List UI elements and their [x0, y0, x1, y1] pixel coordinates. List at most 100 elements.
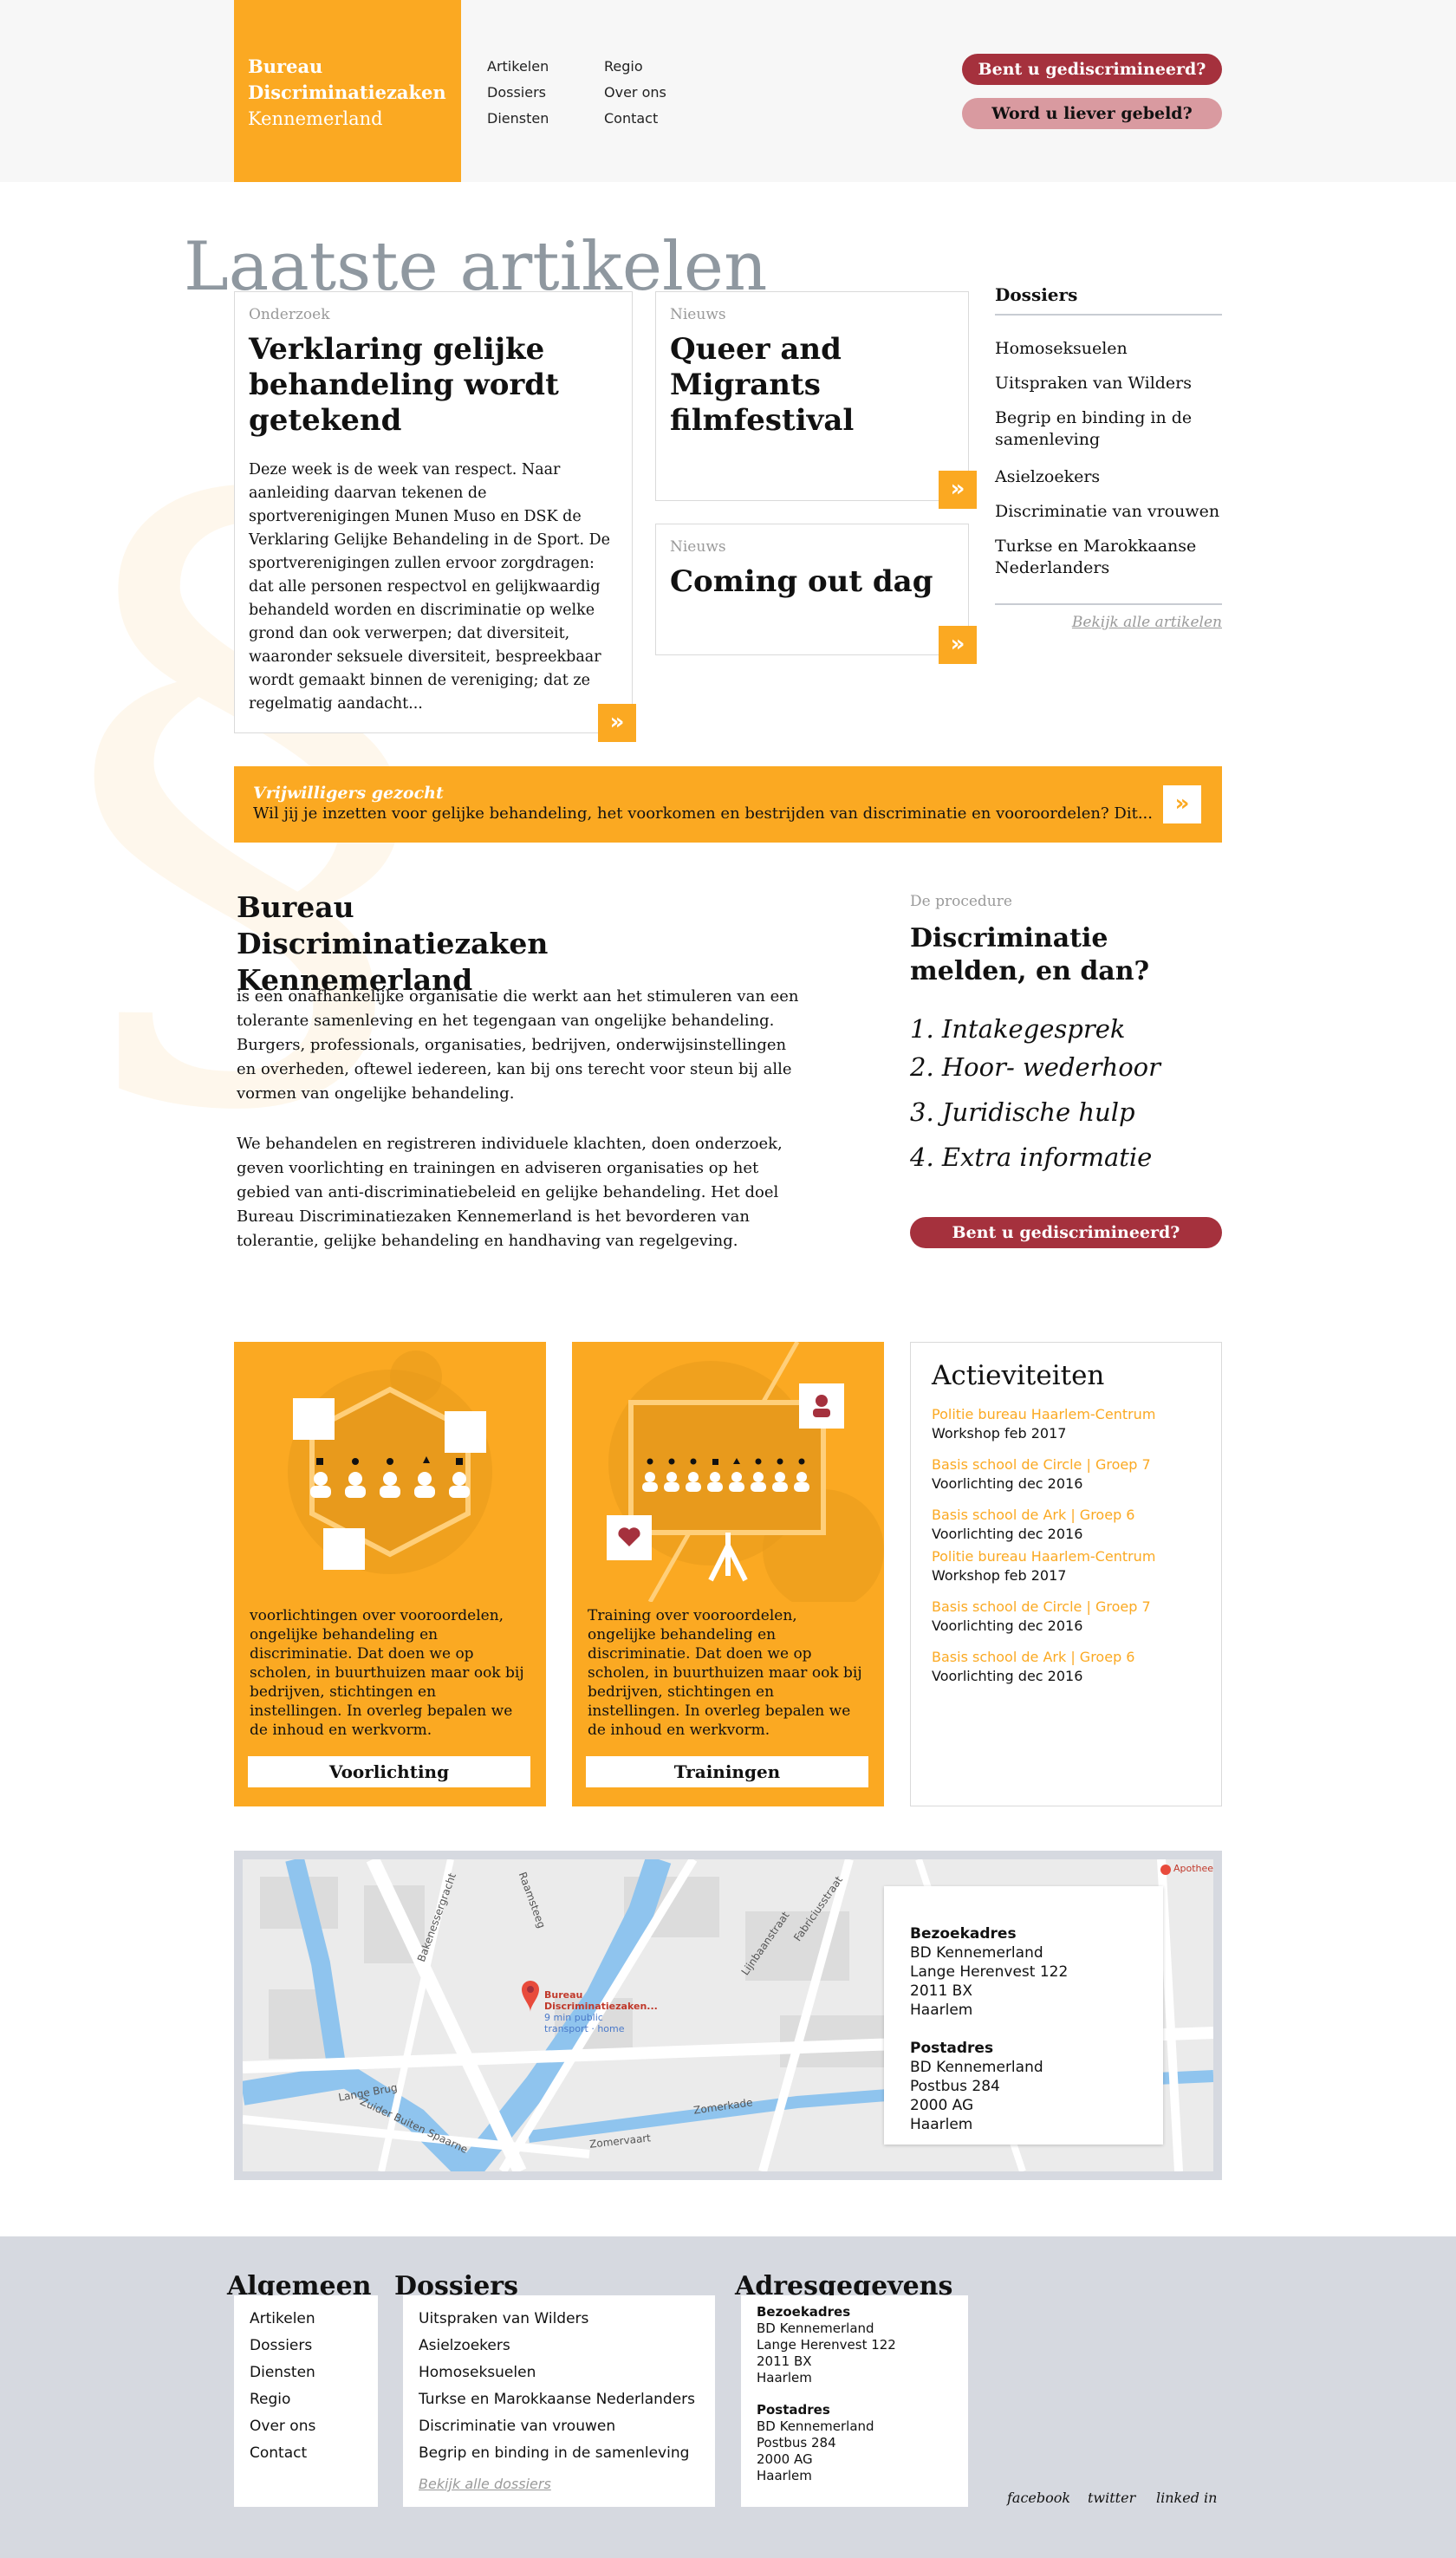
site-logo[interactable]: Bureau Discriminatiezaken Kennemerland [234, 0, 461, 182]
footer-link[interactable]: Diensten [250, 2359, 362, 2386]
footer-link[interactable]: Turkse en Marokkaanse Nederlanders [419, 2386, 699, 2413]
dossier-item[interactable]: Uitspraken van Wilders [995, 373, 1222, 394]
article-title[interactable]: Coming out dag [670, 564, 956, 600]
service-card-voorlichting[interactable]: voorlichtingen over vooroordelen, ongeli… [234, 1342, 546, 1806]
address-line: Lange Herenvest 122 [910, 1963, 1069, 1981]
read-more-arrow-main[interactable]: » [598, 704, 636, 742]
article-card-queer[interactable]: Nieuws Queer and Migrants filmfestival [655, 291, 969, 501]
footer-address-line: Haarlem [757, 2468, 812, 2483]
volunteers-text: Wil jij je inzetten voor gelijke behande… [253, 804, 1153, 823]
footer-link[interactable]: Homoseksuelen [419, 2359, 699, 2386]
activity-location[interactable]: Basis school de Circle | Groep 7 [932, 1455, 1200, 1474]
address-line: 2000 AG [910, 2097, 974, 2114]
procedure-step: 4. Extra informatie [910, 1142, 1153, 1172]
nav-item-contact[interactable]: Contact [604, 106, 666, 132]
activity-location[interactable]: Basis school de Ark | Groep 6 [932, 1506, 1200, 1525]
address-line: Postbus 284 [910, 2078, 1000, 2095]
nav-item-diensten[interactable]: Diensten [487, 106, 549, 132]
activity-item: Basis school de Circle | Groep 7 Voorlic… [932, 1598, 1200, 1636]
footer-link[interactable]: Regio [250, 2386, 362, 2413]
address-line: Haarlem [910, 2001, 973, 2019]
volunteers-banner[interactable]: Vrijwilligers gezocht Wil jij je inzette… [234, 766, 1222, 843]
footer-address-line: 2011 BX [757, 2353, 812, 2369]
procedure-discriminated-button[interactable]: Bent u gediscrimineerd? [910, 1217, 1222, 1248]
about-paragraph-1: is een onafhankelijke organisatie die we… [237, 987, 799, 1103]
read-more-arrow-coming-out[interactable]: » [939, 626, 977, 664]
footer-address-box: Bezoekadres BD Kennemerland Lange Herenv… [741, 2295, 968, 2507]
linkedin-link[interactable]: linked in [1156, 2490, 1217, 2506]
activity-location[interactable]: Basis school de Ark | Groep 6 [932, 1648, 1200, 1667]
article-title[interactable]: Verklaring gelijke behandeling wordt get… [249, 332, 613, 439]
site-header: Bureau Discriminatiezaken Kennemerland A… [0, 0, 1456, 182]
trainingen-button[interactable]: Trainingen [586, 1756, 868, 1787]
read-more-arrow-queer[interactable]: » [939, 471, 977, 509]
activity-description: Workshop feb 2017 [932, 1567, 1067, 1584]
dossier-item[interactable]: Homoseksuelen [995, 338, 1222, 360]
article-title[interactable]: Queer and Migrants filmfestival [670, 332, 947, 439]
dossier-item[interactable]: Asielzoekers [995, 466, 1222, 488]
article-category: Nieuws [670, 306, 726, 323]
address-line: Haarlem [910, 2116, 973, 2133]
footer-link[interactable]: Contact [250, 2440, 362, 2467]
activity-description: Voorlichting dec 2016 [932, 1475, 1083, 1492]
footer-link[interactable]: Over ons [250, 2413, 362, 2440]
footer-address-line: Postbus 284 [757, 2435, 836, 2451]
activity-description: Voorlichting dec 2016 [932, 1526, 1083, 1542]
discriminated-button[interactable]: Bent u gediscrimineerd? [962, 54, 1222, 85]
activities-panel: Actieviteiten Politie bureau Haarlem-Cen… [910, 1342, 1222, 1806]
footer-link[interactable]: Begrip en binding in de samenleving [419, 2440, 699, 2467]
activity-location[interactable]: Politie bureau Haarlem-Centrum [932, 1547, 1200, 1566]
activity-location[interactable]: Politie bureau Haarlem-Centrum [932, 1405, 1200, 1424]
pin-line-4: transport · home [544, 2023, 625, 2034]
article-excerpt: Deze week is de week van respect. Naar a… [249, 461, 611, 713]
footer-address-line: BD Kennemerland [757, 2418, 874, 2434]
activity-description: Workshop feb 2017 [932, 1425, 1067, 1442]
nav-item-artikelen[interactable]: Artikelen [487, 54, 549, 80]
nav-column-left: Artikelen Dossiers Diensten [487, 54, 549, 132]
view-all-dossiers-link[interactable]: Bekijk alle dossiers [419, 2470, 699, 2497]
article-card-main[interactable]: Onderzoek Verklaring gelijke behandeling… [234, 291, 633, 733]
footer-address-line: Haarlem [757, 2370, 812, 2386]
training-illustration [607, 1342, 884, 1602]
address-card: Bezoekadres BD Kennemerland Lange Herenv… [884, 1886, 1163, 2145]
volunteers-title: Vrijwilligers gezocht [253, 784, 444, 803]
address-line: 2011 BX [910, 1982, 972, 2000]
footer-address-line: Lange Herenvest 122 [757, 2337, 896, 2353]
activity-item: Basis school de Ark | Groep 6 Voorlichti… [932, 1506, 1200, 1544]
service-description: voorlichtingen over vooroordelen, ongeli… [250, 1607, 524, 1739]
activity-item: Basis school de Ark | Groep 6 Voorlichti… [932, 1648, 1200, 1686]
footer-link[interactable]: Asielzoekers [419, 2333, 699, 2359]
activity-location[interactable]: Basis school de Circle | Groep 7 [932, 1598, 1200, 1617]
footer-link[interactable]: Dossiers [250, 2333, 362, 2359]
map-pin-label: Bureau Discriminatiezaken... 9 min publi… [544, 1989, 658, 2034]
address-line: BD Kennemerland [910, 1944, 1043, 1962]
nav-item-over-ons[interactable]: Over ons [604, 80, 666, 106]
facebook-link[interactable]: facebook [1007, 2490, 1070, 2506]
logo-line-3: Kennemerland [248, 108, 383, 129]
article-card-coming-out[interactable]: Nieuws Coming out dag [655, 524, 969, 655]
service-card-trainingen[interactable]: Training over vooroordelen, ongelijke be… [572, 1342, 884, 1806]
dossier-item[interactable]: Turkse en Marokkaanse Nederlanders [995, 536, 1222, 579]
nav-item-dossiers[interactable]: Dossiers [487, 80, 549, 106]
about-heading: Bureau Discriminatiezaken Kennemerland [237, 890, 549, 997]
activity-item: Politie bureau Haarlem-Centrum Workshop … [932, 1405, 1200, 1443]
footer-link[interactable]: Discriminatie van vrouwen [419, 2413, 699, 2440]
activity-description: Voorlichting dec 2016 [932, 1617, 1083, 1634]
pin-line-2: Discriminatiezaken... [544, 2001, 658, 2012]
twitter-link[interactable]: twitter [1088, 2490, 1135, 2506]
nav-item-regio[interactable]: Regio [604, 54, 666, 80]
article-category: Nieuws [670, 538, 726, 556]
volunteers-arrow[interactable]: » [1163, 785, 1201, 823]
voorlichting-button[interactable]: Voorlichting [248, 1756, 530, 1787]
footer-link[interactable]: Uitspraken van Wilders [419, 2306, 699, 2333]
footer-postal-title: Postadres [757, 2402, 830, 2418]
call-me-button[interactable]: Word u liever gebeld? [962, 98, 1222, 129]
footer-link[interactable]: Artikelen [250, 2306, 362, 2333]
view-all-articles-link[interactable]: Bekijk alle artikelen [1072, 614, 1222, 631]
dossiers-divider [995, 603, 1222, 605]
procedure-category: De procedure [910, 893, 1012, 910]
activity-item: Politie bureau Haarlem-Centrum Workshop … [932, 1547, 1200, 1585]
dossier-item[interactable]: Begrip en binding in de samenleving [995, 407, 1222, 451]
dossier-item[interactable]: Discriminatie van vrouwen [995, 501, 1222, 523]
visit-address-title: Bezoekadres [910, 1925, 1017, 1943]
